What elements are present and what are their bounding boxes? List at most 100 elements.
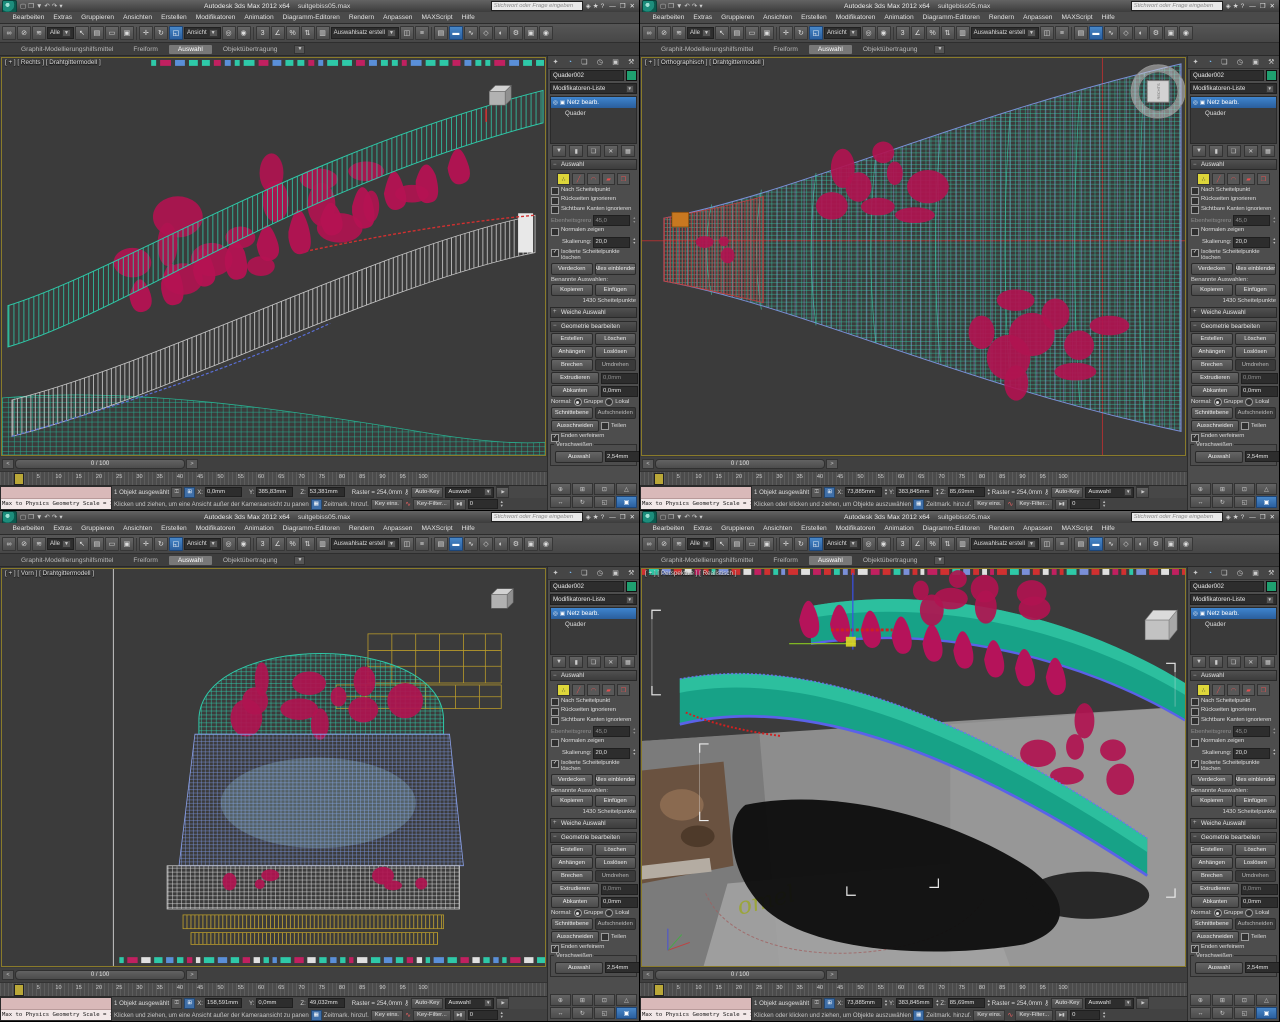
next-key-icon[interactable]: ▶▮ bbox=[1055, 499, 1068, 510]
checkbox-normalen-zeigen[interactable] bbox=[551, 228, 559, 236]
close-button[interactable]: ✕ bbox=[628, 3, 637, 10]
x-coordinate-field[interactable]: 73,885mm bbox=[845, 487, 882, 497]
display-tab-icon[interactable]: ▣ bbox=[1252, 58, 1259, 66]
ribbon-tab-graphit-modellierungshilfsmittel[interactable]: Graphit-Modellierungshilfsmittel bbox=[12, 45, 122, 54]
play-icon[interactable]: ▶ bbox=[1136, 998, 1149, 1009]
visibility-bulb-icon[interactable]: ◎ bbox=[553, 100, 558, 106]
motion-tab-icon[interactable]: ◷ bbox=[1237, 58, 1243, 66]
menu-gruppieren[interactable]: Gruppieren bbox=[717, 525, 759, 532]
display-tab-icon[interactable]: ▣ bbox=[612, 58, 619, 66]
bind-to-spacewarp-icon[interactable]: ≋ bbox=[32, 26, 46, 40]
x-spinner[interactable]: ▲▼ bbox=[884, 488, 887, 496]
viewport[interactable]: RECHTS [ + ] [ Orthographisch ] [ Drahtg… bbox=[641, 57, 1186, 456]
play-icon[interactable]: ▶ bbox=[496, 998, 509, 1009]
checkbox-enden-verfeinern[interactable]: ✓ bbox=[551, 434, 559, 442]
curve-editor-icon[interactable]: ∿ bbox=[464, 26, 478, 40]
menu-erstellen[interactable]: Erstellen bbox=[797, 14, 832, 21]
chevron-down-icon[interactable]: ▼ bbox=[626, 85, 634, 93]
ribbon-tab-auswahl[interactable]: Auswahl bbox=[169, 556, 212, 565]
ribbon-tab-graphit-modellierungshilfsmittel[interactable]: Graphit-Modellierungshilfsmittel bbox=[12, 556, 122, 565]
configure-modifier-sets-icon[interactable]: ▦ bbox=[1261, 656, 1275, 668]
next-frame-button[interactable]: > bbox=[826, 970, 838, 980]
checkbox-nach-scheitelpunkt[interactable] bbox=[1191, 698, 1199, 706]
menu-diagramm-editoren[interactable]: Diagramm-Editoren bbox=[918, 525, 984, 532]
menu-gruppieren[interactable]: Gruppieren bbox=[77, 14, 119, 21]
percent-snap-icon[interactable]: % bbox=[926, 26, 940, 40]
chevron-down-icon[interactable]: ▼ bbox=[1124, 488, 1132, 496]
y-spinner[interactable]: ▲▼ bbox=[935, 999, 938, 1007]
menu-anpassen[interactable]: Anpassen bbox=[379, 14, 417, 21]
listener-macro-row[interactable] bbox=[1, 998, 111, 1010]
radio-lokal[interactable] bbox=[605, 398, 613, 406]
use-pivot-center-icon[interactable]: ◎ bbox=[862, 26, 876, 40]
configure-modifier-sets-icon[interactable]: ▦ bbox=[621, 656, 635, 668]
selection-set-dropdown[interactable]: Auswahl▼ bbox=[1085, 487, 1134, 498]
planar-threshold-field[interactable]: 45,0 bbox=[593, 215, 630, 226]
modifier-list-dropdown[interactable]: Modifikatoren-Liste▼ bbox=[1190, 83, 1277, 94]
named-selection-sets-dropdown[interactable]: Auswahlsatz erstell▼ bbox=[971, 27, 1039, 39]
verschweissen-field[interactable]: 2,54mm bbox=[1245, 451, 1279, 462]
key-filter-button[interactable]: Key-Filter... bbox=[1015, 499, 1053, 510]
listener-macro-row[interactable] bbox=[641, 487, 751, 499]
menu-hilfe[interactable]: Hilfe bbox=[1097, 525, 1119, 532]
key-filter-button[interactable]: Key-Filter... bbox=[413, 499, 451, 510]
select-link-icon[interactable]: ∞ bbox=[2, 26, 16, 40]
time-slider-handle[interactable] bbox=[654, 984, 664, 996]
viewport[interactable]: omel [ + ] [ Perspektive ] [ Realistisch… bbox=[641, 568, 1186, 967]
ribbon-tab-auswahl[interactable]: Auswahl bbox=[809, 45, 852, 54]
menu-gruppieren[interactable]: Gruppieren bbox=[717, 14, 759, 21]
reference-coordinate-dropdown[interactable]: Ansicht▼ bbox=[824, 538, 861, 550]
z-spinner[interactable]: ▲▼ bbox=[987, 999, 990, 1007]
extrudieren-button[interactable]: Extrudieren bbox=[1191, 372, 1239, 384]
set-key-mode-icon[interactable]: ∿ bbox=[405, 1011, 411, 1019]
ribbon-minimize-icon[interactable]: ▼ bbox=[934, 556, 945, 565]
y-coordinate-field[interactable]: 383,845mm bbox=[896, 487, 933, 497]
angle-snap-icon[interactable]: ∠ bbox=[911, 26, 925, 40]
loeschen-button[interactable]: Löschen bbox=[1235, 844, 1277, 856]
spinner-snap-icon[interactable]: ⇅ bbox=[941, 537, 955, 551]
absolute-mode-icon[interactable]: ⊞ bbox=[184, 487, 195, 498]
percent-snap-icon[interactable]: % bbox=[286, 537, 300, 551]
rollout-auswahl-header[interactable]: −Auswahl bbox=[550, 159, 637, 170]
close-button[interactable]: ✕ bbox=[1268, 514, 1277, 521]
select-link-icon[interactable]: ∞ bbox=[642, 26, 656, 40]
display-tab-icon[interactable]: ▣ bbox=[612, 569, 619, 577]
object-name-field[interactable]: Quader002 bbox=[550, 70, 624, 81]
vertex-subobject-icon[interactable]: ∴ bbox=[1197, 173, 1210, 185]
undo-icon[interactable]: ↶ bbox=[43, 514, 50, 521]
planar-threshold-field[interactable]: 45,0 bbox=[1233, 726, 1270, 737]
menu-erstellen[interactable]: Erstellen bbox=[797, 525, 832, 532]
zoom-all-icon[interactable]: ⊞ bbox=[572, 994, 593, 1006]
menu-bearbeiten[interactable]: Bearbeiten bbox=[8, 14, 49, 21]
zoom-icon[interactable]: ⊕ bbox=[1190, 483, 1211, 495]
close-button[interactable]: ✕ bbox=[1268, 3, 1277, 10]
utilities-tab-icon[interactable]: ⚒ bbox=[628, 58, 634, 66]
verdecken-button[interactable]: Verdecken bbox=[551, 774, 593, 786]
brechen-button[interactable]: Brechen bbox=[551, 870, 593, 882]
polygon-subobject-icon[interactable]: ▰ bbox=[602, 173, 615, 185]
loeschen-button[interactable]: Löschen bbox=[1235, 333, 1277, 345]
select-manipulate-icon[interactable]: ◉ bbox=[237, 537, 251, 551]
einfuegen-button[interactable]: Einfügen bbox=[1235, 284, 1277, 296]
menu-modifikatoren[interactable]: Modifikatoren bbox=[831, 525, 880, 532]
menu-anpassen[interactable]: Anpassen bbox=[1019, 14, 1057, 21]
unlink-icon[interactable]: ⊘ bbox=[657, 537, 671, 551]
modifier-stack[interactable]: ◎ ▣ Netz bearb. Quader bbox=[550, 96, 637, 144]
fov-icon[interactable]: △ bbox=[616, 994, 637, 1006]
selection-lock-icon[interactable]: ⚿ bbox=[811, 487, 822, 498]
restore-button[interactable]: ❐ bbox=[618, 514, 628, 521]
abkanten-button[interactable]: Abkanten bbox=[551, 385, 599, 397]
create-tab-icon[interactable]: ✦ bbox=[553, 569, 559, 577]
rotate-icon[interactable]: ↻ bbox=[794, 537, 808, 551]
move-icon[interactable]: ✛ bbox=[779, 26, 793, 40]
curve-editor-icon[interactable]: ∿ bbox=[1104, 537, 1118, 551]
fov-icon[interactable]: △ bbox=[1256, 994, 1277, 1006]
scale-icon[interactable]: ◱ bbox=[809, 537, 823, 551]
alles-einblenden-button[interactable]: Alles einblenden bbox=[595, 774, 637, 786]
rect-selection-region-icon[interactable]: ▭ bbox=[745, 26, 759, 40]
angle-snap-icon[interactable]: ∠ bbox=[271, 26, 285, 40]
erstellen-button[interactable]: Erstellen bbox=[1191, 844, 1233, 856]
set-keys-button[interactable]: Key eins. bbox=[973, 1010, 1005, 1021]
absolute-mode-icon[interactable]: ⊞ bbox=[824, 998, 835, 1009]
help-icon[interactable]: ? bbox=[600, 514, 606, 521]
